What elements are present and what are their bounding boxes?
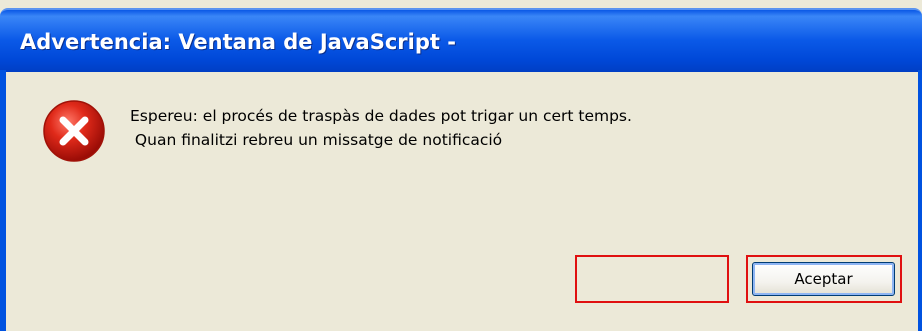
message-line-1: Espereu: el procés de traspàs de dades p… [130, 107, 632, 125]
dialog-message: Espereu: el procés de traspàs de dades p… [130, 104, 632, 152]
window-title: Advertencia: Ventana de JavaScript - [20, 30, 456, 54]
window-frame-right [918, 70, 922, 331]
message-line-2: Quan finalitzi rebreu un missatge de not… [130, 131, 503, 149]
accept-button[interactable]: Aceptar [752, 262, 895, 296]
highlight-box-empty [575, 255, 729, 303]
title-bar[interactable]: Advertencia: Ventana de JavaScript - [0, 8, 922, 72]
alert-dialog: Advertencia: Ventana de JavaScript - Esp… [0, 0, 922, 331]
window-frame-left [0, 70, 6, 331]
error-icon [43, 100, 105, 162]
